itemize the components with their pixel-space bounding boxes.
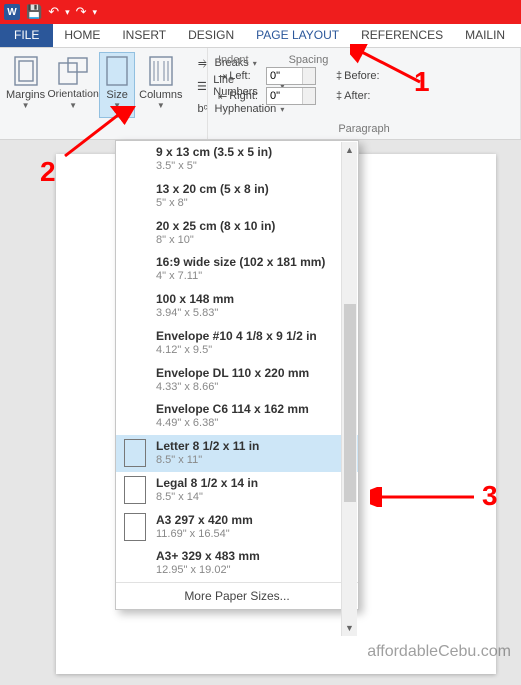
size-option-name: 20 x 25 cm (8 x 10 in) bbox=[156, 219, 275, 234]
ribbon-tabstrip: FILE HOME INSERT DESIGN PAGE LAYOUT REFE… bbox=[0, 24, 521, 48]
size-option-name: 13 x 20 cm (5 x 8 in) bbox=[156, 182, 269, 197]
size-option[interactable]: Letter 8 1/2 x 11 in8.5" x 11" bbox=[116, 435, 358, 472]
word-app-icon: W bbox=[4, 4, 20, 20]
indent-left-icon: ⇥ bbox=[218, 70, 227, 83]
margins-label: Margins bbox=[6, 89, 45, 101]
size-option-name: 100 x 148 mm bbox=[156, 292, 234, 307]
spacing-header: Spacing bbox=[289, 54, 329, 66]
size-option-dimensions: 3.5" x 5" bbox=[156, 160, 272, 174]
size-option-name: A3+ 329 x 483 mm bbox=[156, 549, 260, 564]
size-option-dimensions: 12.95" x 19.02" bbox=[156, 564, 260, 578]
page-size-icon bbox=[124, 476, 146, 504]
size-option-dimensions: 5" x 8" bbox=[156, 197, 269, 211]
size-option-dimensions: 3.94" x 5.83" bbox=[156, 307, 234, 321]
chevron-down-icon: ▼ bbox=[22, 101, 30, 110]
spacing-after-icon: ‡ bbox=[336, 90, 342, 102]
tab-mailings[interactable]: MAILIN bbox=[454, 24, 516, 47]
size-option-dimensions: 8" x 10" bbox=[156, 234, 275, 248]
orientation-label: Orientation bbox=[47, 89, 98, 101]
group-paragraph: Indent Spacing ⇥Left: ‡Before: ⇤Right: ‡… bbox=[208, 48, 521, 139]
tab-insert[interactable]: INSERT bbox=[111, 24, 177, 47]
size-option-dimensions: 4" x 7.11" bbox=[156, 270, 325, 284]
page-size-icon bbox=[124, 439, 146, 467]
indent-header: Indent bbox=[218, 54, 249, 66]
indent-right-icon: ⇤ bbox=[218, 90, 227, 103]
tab-design[interactable]: DESIGN bbox=[177, 24, 245, 47]
size-option[interactable]: 9 x 13 cm (3.5 x 5 in)3.5" x 5" bbox=[116, 141, 358, 178]
size-option[interactable]: Envelope C6 114 x 162 mm4.49" x 6.38" bbox=[116, 398, 358, 435]
tab-home[interactable]: HOME bbox=[53, 24, 111, 47]
spacing-before-label: ‡Before: bbox=[336, 70, 380, 82]
size-option-dimensions: 4.33" x 8.66" bbox=[156, 381, 309, 395]
size-option-dimensions: 8.5" x 11" bbox=[156, 454, 259, 468]
size-option[interactable]: A3 297 x 420 mm11.69" x 16.54" bbox=[116, 509, 358, 546]
size-option-name: Legal 8 1/2 x 14 in bbox=[156, 476, 258, 491]
undo-dropdown-icon[interactable]: ▾ bbox=[65, 7, 70, 18]
size-option-name: Envelope DL 110 x 220 mm bbox=[156, 366, 309, 381]
chevron-down-icon: ▼ bbox=[113, 101, 121, 110]
indent-right-label: ⇤Right: bbox=[218, 90, 262, 103]
annotation-3: 3 bbox=[482, 480, 498, 512]
size-option-dimensions: 4.49" x 6.38" bbox=[156, 417, 309, 431]
undo-icon[interactable]: ↶ bbox=[48, 4, 59, 20]
size-label: Size bbox=[106, 89, 127, 101]
size-option-dimensions: 11.69" x 16.54" bbox=[156, 528, 253, 542]
group-page-setup: Margins ▼ Orientation ▼ Size ▼ Columns ▼… bbox=[0, 48, 208, 139]
size-option[interactable]: Envelope DL 110 x 220 mm4.33" x 8.66" bbox=[116, 362, 358, 399]
size-option-name: Envelope C6 114 x 162 mm bbox=[156, 402, 309, 417]
tab-file[interactable]: FILE bbox=[0, 24, 53, 47]
size-option-dimensions: 8.5" x 14" bbox=[156, 491, 258, 505]
size-option-name: Envelope #10 4 1/8 x 9 1/2 in bbox=[156, 329, 317, 344]
spacing-before-icon: ‡ bbox=[336, 70, 342, 82]
save-icon[interactable]: 💾 bbox=[26, 4, 42, 20]
size-option-name: 9 x 13 cm (3.5 x 5 in) bbox=[156, 145, 272, 160]
watermark: affordableCebu.com bbox=[367, 643, 511, 661]
chevron-down-icon: ▼ bbox=[69, 101, 77, 110]
page-size-icon bbox=[124, 513, 146, 541]
paragraph-group-label: Paragraph bbox=[212, 123, 516, 137]
scroll-down-arrow[interactable]: ▼ bbox=[342, 620, 357, 636]
scroll-up-arrow[interactable]: ▲ bbox=[342, 142, 357, 158]
size-option[interactable]: 16:9 wide size (102 x 181 mm)4" x 7.11" bbox=[116, 251, 358, 288]
spacing-after-label: ‡After: bbox=[336, 90, 380, 102]
qat-customize-icon[interactable]: ▾ bbox=[93, 7, 98, 18]
scrollbar[interactable]: ▲ ▼ bbox=[341, 142, 357, 636]
tab-references[interactable]: REFERENCES bbox=[350, 24, 454, 47]
indent-left-input[interactable] bbox=[266, 67, 316, 85]
size-option-name: Letter 8 1/2 x 11 in bbox=[156, 439, 259, 454]
size-button[interactable]: Size ▼ bbox=[99, 52, 135, 118]
margins-button[interactable]: Margins ▼ bbox=[4, 52, 47, 118]
size-option[interactable]: A3+ 329 x 483 mm12.95" x 19.02" bbox=[116, 545, 358, 582]
size-option[interactable]: 20 x 25 cm (8 x 10 in)8" x 10" bbox=[116, 215, 358, 252]
annotation-1: 1 bbox=[414, 66, 430, 98]
size-option[interactable]: Envelope #10 4 1/8 x 9 1/2 in4.12" x 9.5… bbox=[116, 325, 358, 362]
columns-label: Columns bbox=[139, 89, 182, 101]
more-paper-sizes[interactable]: More Paper Sizes... bbox=[116, 582, 358, 609]
indent-left-label: ⇥Left: bbox=[218, 70, 262, 83]
annotation-2: 2 bbox=[40, 156, 56, 188]
size-dropdown-menu: 9 x 13 cm (3.5 x 5 in)3.5" x 5"13 x 20 c… bbox=[115, 140, 359, 610]
tab-page-layout[interactable]: PAGE LAYOUT bbox=[245, 24, 350, 47]
chevron-down-icon: ▼ bbox=[157, 101, 165, 110]
ribbon: Margins ▼ Orientation ▼ Size ▼ Columns ▼… bbox=[0, 48, 521, 140]
columns-button[interactable]: Columns ▼ bbox=[137, 52, 184, 118]
indent-right-input[interactable] bbox=[266, 87, 316, 105]
size-option[interactable]: 13 x 20 cm (5 x 8 in)5" x 8" bbox=[116, 178, 358, 215]
size-option[interactable]: Legal 8 1/2 x 14 in8.5" x 14" bbox=[116, 472, 358, 509]
size-option-name: 16:9 wide size (102 x 181 mm) bbox=[156, 255, 325, 270]
size-option-dimensions: 4.12" x 9.5" bbox=[156, 344, 317, 358]
orientation-button[interactable]: Orientation ▼ bbox=[49, 52, 97, 118]
size-option[interactable]: 100 x 148 mm3.94" x 5.83" bbox=[116, 288, 358, 325]
scroll-thumb[interactable] bbox=[344, 304, 356, 502]
size-option-name: A3 297 x 420 mm bbox=[156, 513, 253, 528]
redo-icon[interactable]: ↷ bbox=[76, 4, 87, 20]
title-bar: W 💾 ↶ ▾ ↷ ▾ bbox=[0, 0, 521, 24]
